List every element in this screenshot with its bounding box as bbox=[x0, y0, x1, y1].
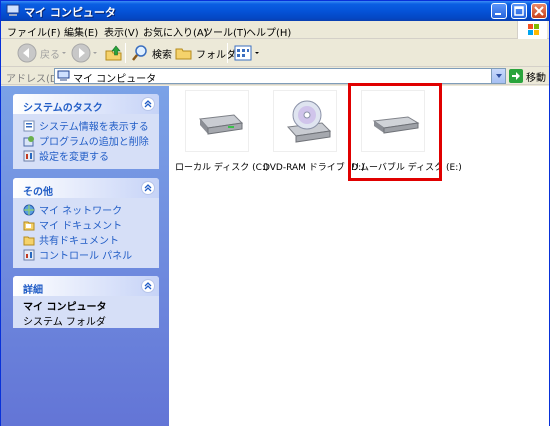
minimize-button[interactable] bbox=[491, 3, 507, 19]
maximize-button[interactable] bbox=[511, 3, 527, 19]
go-arrow-icon bbox=[509, 69, 523, 83]
panel-title: システムのタスク bbox=[23, 103, 103, 114]
close-button[interactable] bbox=[531, 3, 547, 19]
chevron-down-icon bbox=[496, 74, 502, 78]
toolbar: 戻る 検索 フォルダ bbox=[1, 39, 549, 67]
address-dropdown-button[interactable] bbox=[491, 69, 505, 83]
go-button[interactable]: 移動 bbox=[509, 69, 546, 84]
address-input[interactable]: マイ コンピュータ bbox=[54, 68, 506, 85]
forward-arrow-icon bbox=[71, 43, 91, 63]
menu-edit[interactable]: 編集(E) bbox=[64, 24, 98, 39]
task-label: システム情報を表示する bbox=[39, 122, 149, 133]
place-label: 共有ドキュメント bbox=[39, 236, 119, 247]
drive-c[interactable]: ローカル ディスク (C:) bbox=[175, 90, 269, 173]
system-tasks-header[interactable]: システムのタスク bbox=[13, 94, 159, 114]
chevron-down-icon bbox=[255, 52, 259, 54]
details-type: システム フォルダ bbox=[23, 317, 106, 328]
hard-disk-icon bbox=[198, 114, 244, 135]
task-add-remove-programs[interactable]: プログラムの追加と削除 bbox=[13, 133, 159, 148]
toolbar-separator bbox=[227, 43, 228, 63]
other-places-header[interactable]: その他 bbox=[13, 178, 159, 198]
maximize-icon bbox=[514, 6, 524, 16]
folder-icon bbox=[175, 48, 192, 60]
panel-title: 詳細 bbox=[23, 285, 43, 296]
back-button[interactable]: 戻る bbox=[17, 43, 68, 63]
documents-folder-icon bbox=[23, 221, 35, 230]
double-chevron-up-icon bbox=[144, 184, 152, 192]
panel-title: その他 bbox=[23, 187, 53, 198]
menu-help[interactable]: ヘルプ(H) bbox=[246, 24, 291, 39]
chevron-down-icon bbox=[62, 52, 66, 54]
menu-favorites[interactable]: お気に入り(A) bbox=[143, 24, 208, 39]
system-tasks-panel: システムのタスク システム情報を表示する プログラムの追加と削除 設定を変更する bbox=[13, 94, 159, 169]
view-grid-icon bbox=[234, 45, 252, 61]
drive-label: ローカル ディスク (C:) bbox=[175, 163, 269, 173]
task-pane: システムのタスク システム情報を表示する プログラムの追加と削除 設定を変更する… bbox=[1, 86, 169, 426]
details-name: マイ コンピュータ bbox=[23, 302, 107, 313]
menu-bar: ファイル(F) 編集(E) 表示(V) お気に入り(A) ツール(T) ヘルプ(… bbox=[1, 21, 549, 39]
place-label: マイ ドキュメント bbox=[39, 221, 123, 232]
add-remove-programs-icon bbox=[23, 135, 34, 146]
search-button[interactable]: 検索 bbox=[131, 43, 172, 63]
place-my-network[interactable]: マイ ネットワーク bbox=[13, 202, 159, 217]
details-header[interactable]: 詳細 bbox=[13, 276, 159, 296]
dvd-drive-icon bbox=[286, 100, 332, 143]
place-control-panel[interactable]: コントロール パネル bbox=[13, 247, 159, 262]
folders-label: フォルダ bbox=[196, 49, 236, 61]
place-my-documents[interactable]: マイ ドキュメント bbox=[13, 217, 159, 232]
place-label: マイ ネットワーク bbox=[39, 206, 123, 217]
double-chevron-up-icon bbox=[144, 100, 152, 108]
title-bar[interactable]: マイ コンピュータ bbox=[1, 1, 549, 21]
back-label: 戻る bbox=[40, 49, 60, 61]
windows-logo bbox=[517, 21, 547, 39]
up-folder-button[interactable] bbox=[104, 43, 124, 63]
window-title: マイ コンピュータ bbox=[24, 6, 116, 19]
go-label: 移動 bbox=[526, 72, 546, 84]
forward-button[interactable] bbox=[71, 43, 99, 63]
hard-disk-icon-frame bbox=[185, 90, 249, 152]
network-icon bbox=[23, 204, 35, 215]
chevron-down-icon bbox=[93, 52, 97, 54]
explorer-window: マイ コンピュータ ファイル(F) 編集(E) 表示(V) お気に入り(A) ツ… bbox=[0, 0, 550, 426]
place-label: コントロール パネル bbox=[39, 251, 133, 262]
menu-view[interactable]: 表示(V) bbox=[104, 24, 139, 39]
search-label: 検索 bbox=[152, 49, 172, 61]
menu-tools[interactable]: ツール(T) bbox=[203, 24, 247, 39]
drive-label: DVD-RAM ドライブ (D:) bbox=[263, 163, 365, 173]
control-panel-settings-icon bbox=[23, 150, 35, 161]
my-computer-icon bbox=[57, 70, 70, 81]
my-computer-icon bbox=[6, 4, 20, 16]
system-info-icon bbox=[23, 120, 35, 131]
toolbar-separator bbox=[125, 43, 126, 63]
views-button[interactable] bbox=[233, 43, 261, 63]
shared-folder-icon bbox=[23, 236, 35, 245]
collapse-button[interactable] bbox=[141, 279, 155, 293]
task-change-settings[interactable]: 設定を変更する bbox=[13, 148, 159, 163]
double-chevron-up-icon bbox=[144, 282, 152, 290]
minimize-icon bbox=[495, 13, 501, 15]
search-icon bbox=[132, 45, 147, 61]
windows-flag-icon bbox=[528, 24, 539, 35]
menu-file[interactable]: ファイル(F) bbox=[7, 24, 61, 39]
address-value: マイ コンピュータ bbox=[73, 74, 157, 85]
collapse-button[interactable] bbox=[141, 97, 155, 111]
task-label: プログラムの追加と削除 bbox=[39, 137, 149, 148]
details-panel: 詳細 マイ コンピュータ システム フォルダ bbox=[13, 276, 159, 328]
place-shared-documents[interactable]: 共有ドキュメント bbox=[13, 232, 159, 247]
task-view-system-info[interactable]: システム情報を表示する bbox=[13, 118, 159, 133]
control-panel-icon bbox=[23, 249, 35, 260]
close-icon bbox=[534, 6, 544, 16]
dvd-drive-icon-frame bbox=[273, 90, 337, 152]
drive-d[interactable]: DVD-RAM ドライブ (D:) bbox=[263, 90, 365, 173]
other-places-panel: その他 マイ ネットワーク マイ ドキュメント 共有ドキュメント コントロール … bbox=[13, 178, 159, 268]
collapse-button[interactable] bbox=[141, 181, 155, 195]
address-bar: アドレス(D) マイ コンピュータ 移動 bbox=[1, 67, 549, 85]
task-label: 設定を変更する bbox=[39, 152, 109, 163]
back-arrow-icon bbox=[17, 43, 37, 63]
up-folder-icon bbox=[105, 45, 122, 61]
highlight-box bbox=[348, 83, 442, 181]
